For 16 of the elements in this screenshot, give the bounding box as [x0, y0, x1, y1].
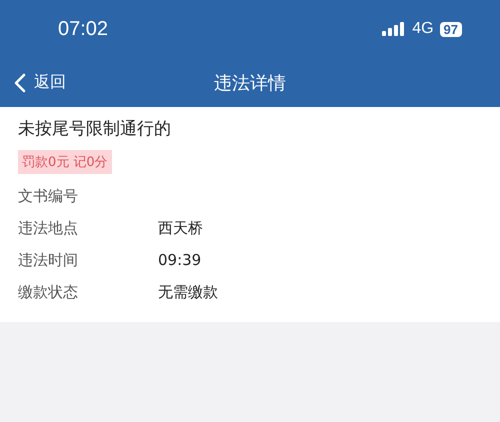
page-title: 违法详情 [214, 72, 286, 94]
detail-label: 文书编号 [18, 186, 79, 206]
detail-label: 违法地点 [18, 218, 79, 238]
detail-value: 无需缴款 [158, 282, 218, 302]
detail-label: 违法时间 [18, 250, 79, 270]
violation-title: 未按尾号限制通行的 [18, 118, 171, 140]
back-icon [14, 72, 26, 92]
battery-level: 97 [440, 22, 462, 36]
signal-icon [382, 22, 406, 36]
network-label: 4G [412, 20, 434, 38]
penalty-tag: 罚款0元 记0分 [18, 150, 112, 174]
status-time: 07:02 [58, 18, 108, 40]
detail-value: 西天桥 [158, 218, 203, 238]
detail-label: 缴款状态 [18, 282, 79, 302]
detail-value: 09:39 [158, 251, 202, 269]
back-button[interactable]: 返回 [14, 72, 66, 93]
